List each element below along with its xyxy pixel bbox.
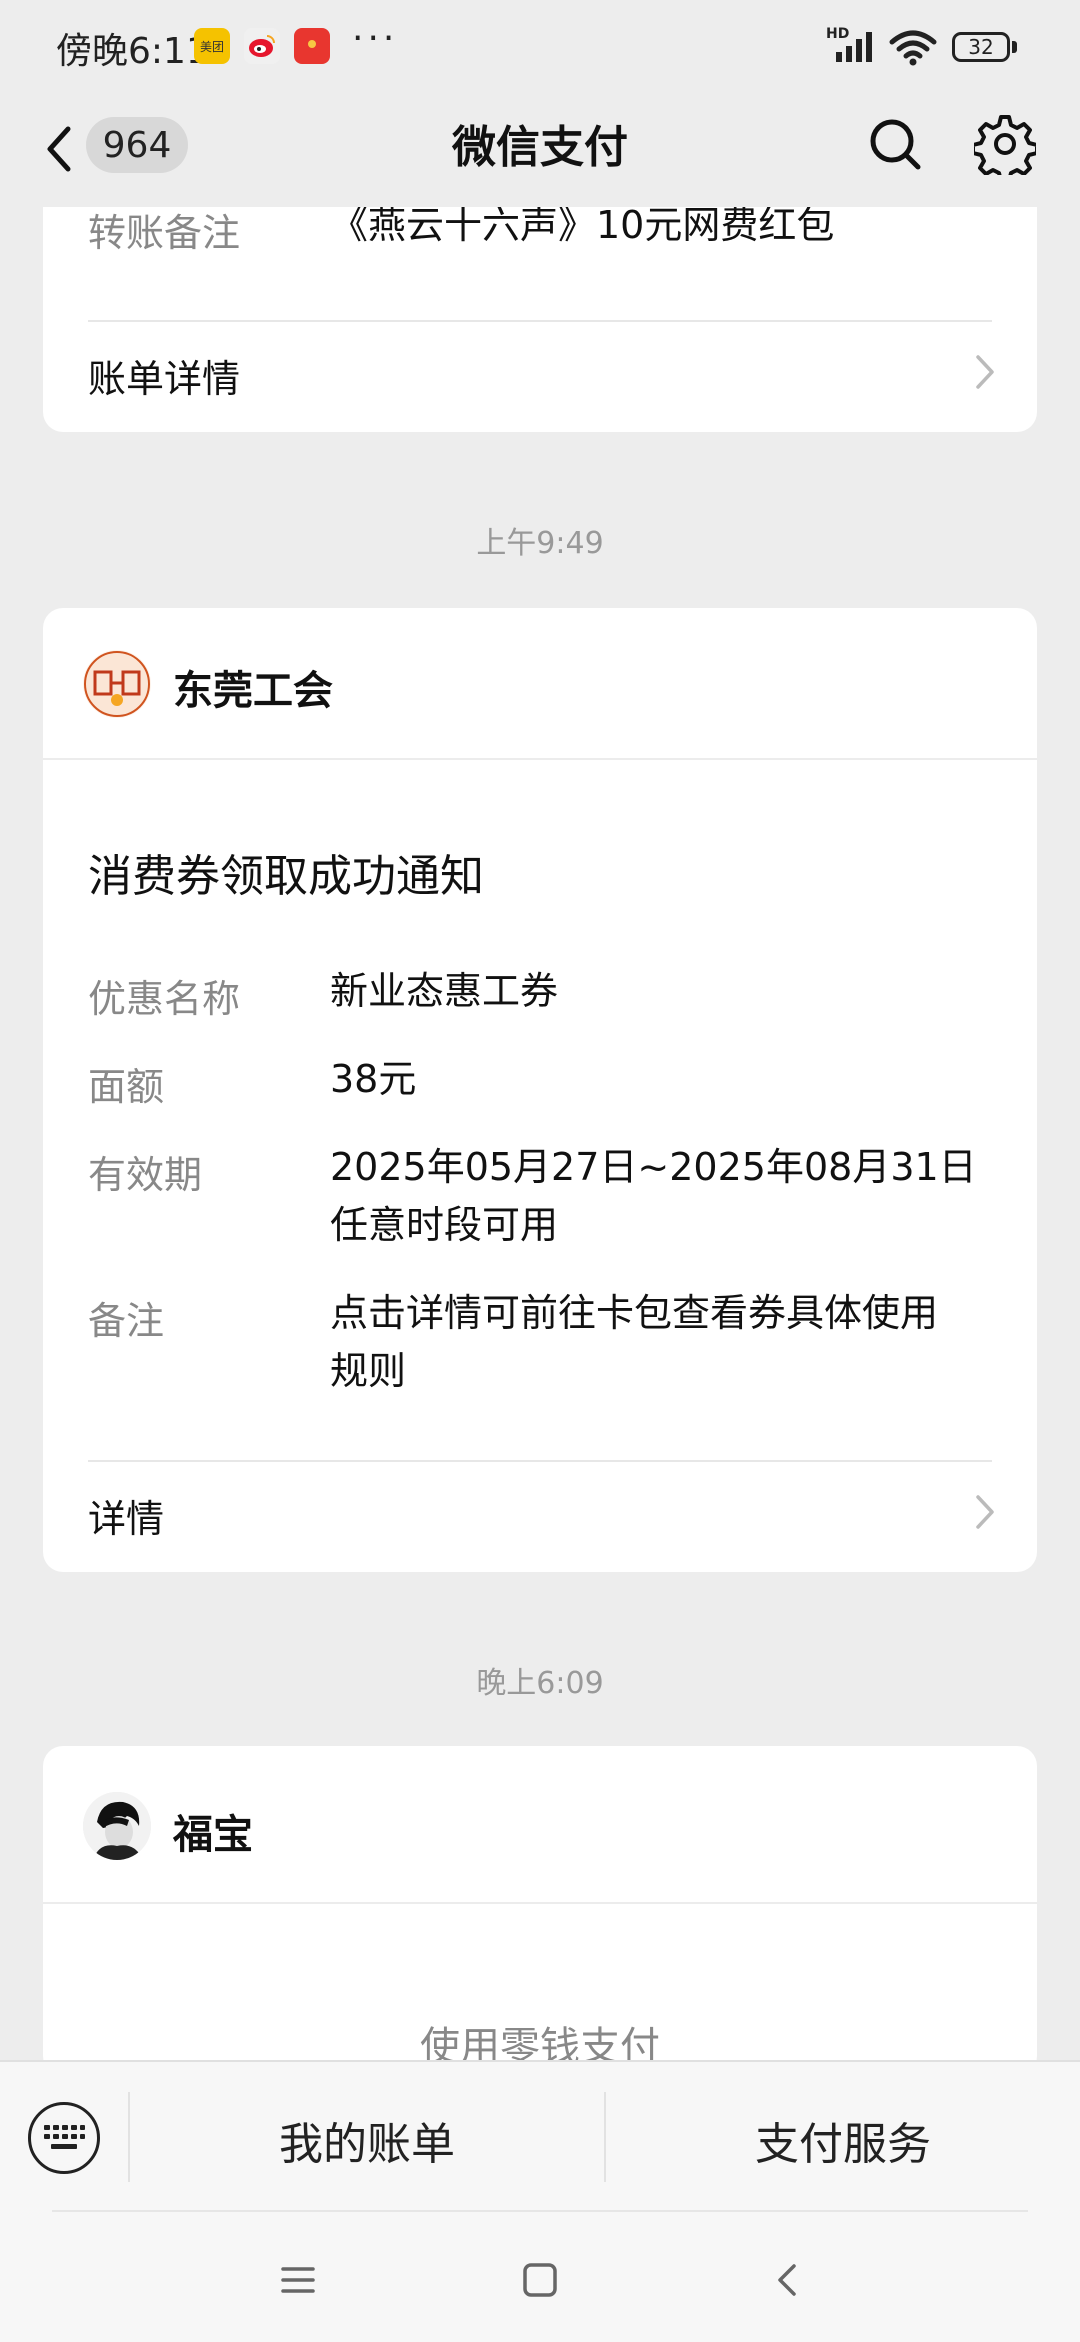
payment-message-card[interactable]: 福宝 使用零钱支付 — [43, 1746, 1037, 2076]
detail-label: 详情 — [88, 1497, 165, 1541]
timestamp: 上午9:49 — [476, 526, 604, 561]
remark-label: 转账备注 — [88, 211, 241, 255]
more-notifications-icon: ··· — [352, 18, 399, 59]
sender-name: 东莞工会 — [173, 668, 333, 714]
timestamp: 晚上6:09 — [476, 1666, 604, 1701]
menu-icon[interactable] — [280, 2262, 316, 2298]
field-label: 有效期 — [88, 1153, 203, 1197]
field-label: 备注 — [88, 1299, 165, 1343]
wifi-icon — [889, 30, 937, 66]
field-value: 新业态惠工券 — [330, 969, 559, 1013]
meituan-app-icon: 美团 — [194, 28, 230, 64]
status-bar: 傍晚6:11 美团 微博 红包 ··· HD 32 — [0, 0, 1080, 95]
pay-service-menu-button[interactable]: 支付服务 — [606, 2090, 1080, 2190]
battery-tip — [1012, 41, 1017, 53]
transfer-message-card: 转账备注 《燕云十六声》10元网费红包 账单详情 — [43, 190, 1037, 432]
weibo-app-icon: 微博 — [244, 28, 280, 64]
voucher-notification-card[interactable]: 东莞工会 消费券领取成功通知 优惠名称 新业态惠工券 面额 38元 有效期 20… — [43, 608, 1037, 1572]
field-value-line2: 任意时段可用 — [330, 1203, 559, 1247]
bill-detail-label: 账单详情 — [88, 357, 241, 401]
notification-title: 消费券领取成功通知 — [88, 851, 484, 902]
bottom-menu-bar: 我的账单 支付服务 — [0, 2060, 1080, 2342]
my-bill-menu-button[interactable]: 我的账单 — [130, 2090, 604, 2190]
gear-icon[interactable] — [974, 113, 1036, 175]
chevron-right-icon — [976, 1495, 994, 1529]
bill-detail-link[interactable]: 账单详情 — [43, 322, 1037, 422]
sender-name: 福宝 — [173, 1812, 253, 1858]
signal-icon — [836, 32, 872, 62]
red-packet-app-icon: 红包 — [294, 28, 330, 64]
field-value: 点击详情可前往卡包查看券具体使用 — [330, 1291, 939, 1335]
keyboard-toggle-button[interactable] — [28, 2102, 100, 2174]
field-label: 优惠名称 — [88, 977, 241, 1021]
system-back-icon[interactable] — [770, 2262, 806, 2298]
top-navigation-bar: 964 微信支付 — [0, 95, 1080, 207]
field-value: 38元 — [330, 1057, 417, 1101]
chevron-right-icon — [976, 355, 994, 389]
battery-icon: 32 — [952, 32, 1010, 62]
status-time: 傍晚6:11 — [56, 31, 209, 72]
sender-avatar — [83, 650, 151, 718]
field-value: 2025年05月27日~2025年08月31日 — [330, 1145, 977, 1189]
home-icon[interactable] — [522, 2262, 558, 2298]
search-icon[interactable] — [866, 115, 926, 175]
detail-link[interactable]: 详情 — [43, 1462, 1037, 1562]
divider — [43, 758, 1037, 760]
field-value-line2: 规则 — [330, 1349, 407, 1393]
divider — [52, 2210, 1028, 2212]
divider — [43, 1902, 1037, 1904]
keyboard-icon — [44, 2125, 85, 2149]
field-label: 面额 — [88, 1065, 165, 1109]
sender-avatar — [83, 1792, 151, 1860]
